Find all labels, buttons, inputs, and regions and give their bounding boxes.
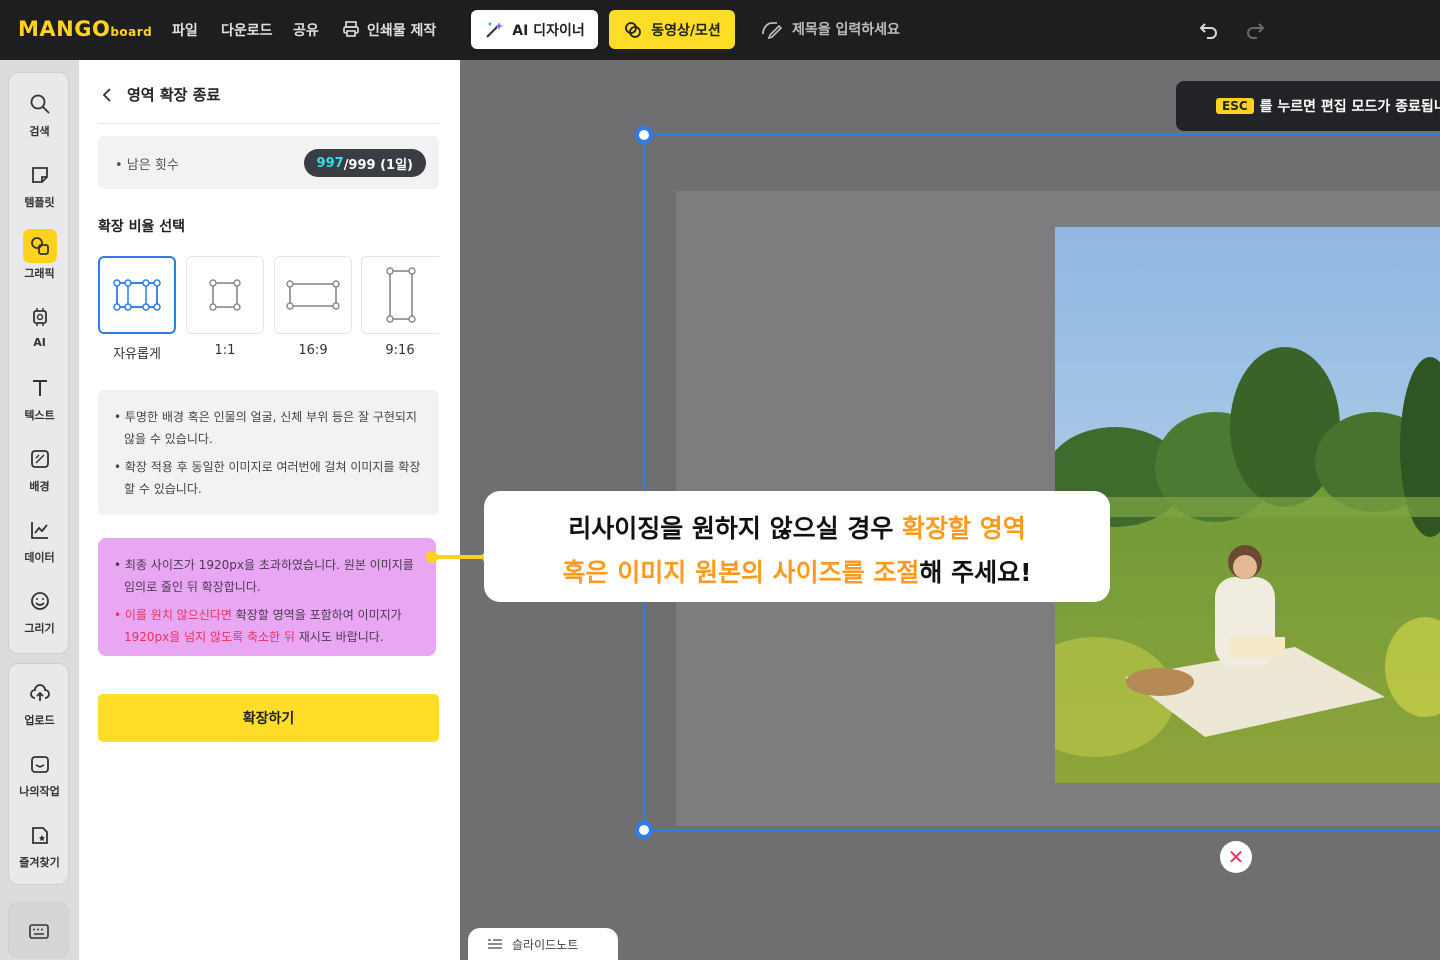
size-warning-notice: • 최종 사이즈가 1920px을 초과하였습니다. 원본 이미지를 임의로 줄…: [98, 538, 436, 656]
resize-handle-top-left[interactable]: [635, 126, 653, 144]
free-ratio-icon: [113, 279, 161, 311]
rail-group-user: 업로드 나의작업 즐겨찾기: [8, 663, 69, 885]
close-icon[interactable]: ✕: [1220, 841, 1252, 873]
folder-icon: [30, 756, 49, 773]
printer-icon: [343, 21, 359, 37]
favorite-icon: [31, 827, 48, 844]
resize-handle-bottom-left[interactable]: [635, 821, 653, 839]
ratio-16-9-button[interactable]: [274, 256, 352, 334]
callout-connector-dot: [426, 551, 438, 563]
chip-icon: [32, 308, 47, 326]
rail-item-upload[interactable]: 업로드: [9, 676, 70, 728]
undo-icon[interactable]: [1198, 18, 1220, 46]
menu-download[interactable]: 다운로드: [221, 20, 273, 40]
rail-item-background[interactable]: 배경: [9, 442, 70, 494]
rail-item-favorites[interactable]: 즐겨찾기: [9, 818, 70, 870]
selection-top-edge[interactable]: [644, 133, 1440, 135]
keyboard-shortcut-button[interactable]: [8, 902, 69, 958]
rail-item-search[interactable]: 검색: [9, 87, 70, 139]
chevron-left-icon[interactable]: [99, 86, 115, 104]
rail-item-text[interactable]: 텍스트: [9, 371, 70, 423]
title-input[interactable]: 제목을 입력하세요: [760, 19, 900, 39]
ratio-9-16-button[interactable]: [361, 256, 439, 334]
selection-bottom-edge[interactable]: [644, 829, 1440, 831]
panel-header[interactable]: 영역 확장 종료: [99, 84, 439, 124]
top-bar: MANGOboard 파일 다운로드 공유 인쇄물 제작 AI 디자이너 동영상…: [0, 0, 1440, 60]
ratio-9-16-label: 9:16: [385, 343, 415, 358]
remaining-count-box: • 남은 횟수 997/999 (1일): [98, 136, 439, 189]
background-icon: [30, 450, 49, 468]
esc-key-badge: ESC: [1216, 98, 1254, 114]
remaining-count-badge: 997/999 (1일): [303, 149, 426, 177]
keyboard-icon: [29, 924, 49, 939]
left-rail: 검색 템플릿 그래픽 AI 텍스트 배경 데이터 그리기 업로드 나의작업 즐겨…: [0, 60, 79, 960]
text-icon: [32, 380, 47, 396]
motion-icon: [625, 21, 642, 38]
expand-button[interactable]: 확장하기: [98, 694, 439, 742]
edit-icon: [762, 22, 782, 39]
ratio-1-1-button[interactable]: [186, 256, 264, 334]
panel-title: 영역 확장 종료: [127, 86, 221, 104]
ratio-free-button[interactable]: [98, 256, 176, 334]
graphic-icon: [30, 237, 49, 255]
slide-note-tab[interactable]: 슬라이드노트: [468, 928, 618, 960]
rail-item-data[interactable]: 데이터: [9, 513, 70, 565]
chart-line-icon: [30, 522, 48, 539]
square-ratio-icon: [209, 279, 241, 311]
rail-item-my-work[interactable]: 나의작업: [9, 747, 70, 799]
redo-icon[interactable]: [1244, 18, 1266, 46]
rail-item-ai[interactable]: AI: [9, 300, 70, 349]
photo-picnic-image: [1055, 227, 1440, 783]
tip-callout: 리사이징을 원하지 않으실 경우 확장할 영역 혹은 이미지 원본의 사이즈를 …: [484, 491, 1110, 602]
remaining-label: • 남은 횟수: [115, 158, 179, 173]
wide-ratio-icon: [286, 280, 340, 310]
magic-wand-icon: [486, 21, 504, 38]
logo[interactable]: MANGOboard: [18, 17, 152, 41]
ai-designer-button[interactable]: AI 디자이너: [471, 10, 598, 49]
expand-panel: 영역 확장 종료 • 남은 횟수 997/999 (1일) 확장 비율 선택 자…: [79, 60, 460, 960]
rail-item-graphic[interactable]: 그래픽: [9, 229, 70, 281]
ratio-1-1-label: 1:1: [214, 343, 236, 358]
menu-file[interactable]: 파일: [172, 20, 198, 40]
ratio-16-9-label: 16:9: [298, 343, 328, 358]
template-icon: [31, 167, 48, 183]
list-icon: [488, 939, 502, 949]
rail-item-template[interactable]: 템플릿: [9, 158, 70, 210]
cloud-upload-icon: [29, 684, 50, 701]
smile-icon: [30, 592, 49, 610]
callout-connector: [431, 555, 489, 559]
video-motion-button[interactable]: 동영상/모션: [609, 10, 735, 49]
selection-left-edge[interactable]: [644, 133, 646, 830]
expand-notice: • 투명한 배경 혹은 인물의 얼굴, 신체 부위 등은 잘 구현되지 않을 수…: [98, 390, 439, 515]
rail-group-tools: 검색 템플릿 그래픽 AI 텍스트 배경 데이터 그리기: [8, 72, 69, 654]
menu-print[interactable]: 인쇄물 제작: [342, 20, 436, 40]
tall-ratio-icon: [385, 267, 416, 323]
search-icon: [30, 94, 50, 114]
ratio-free-label: 자유롭게: [113, 347, 161, 362]
menu-share[interactable]: 공유: [293, 20, 319, 40]
canvas-photo[interactable]: [1055, 227, 1440, 783]
esc-tooltip: ESC 를 누르면 편집 모드가 종료됩니다: [1176, 81, 1440, 131]
rail-item-draw[interactable]: 그리기: [9, 584, 70, 636]
ratio-section-title: 확장 비율 선택: [98, 219, 186, 235]
